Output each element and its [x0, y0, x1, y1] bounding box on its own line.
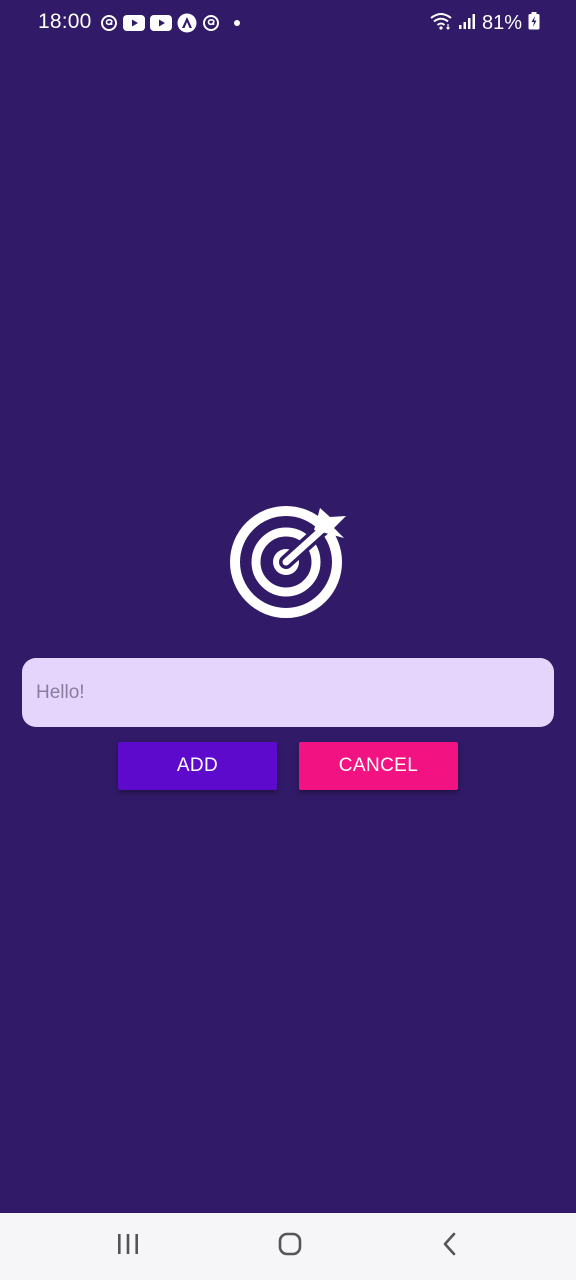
system-status: 81%	[430, 10, 540, 36]
home-icon	[278, 1232, 302, 1261]
threads-icon	[100, 14, 118, 32]
battery-percent: 81%	[481, 11, 522, 34]
triangle-app-icon	[177, 13, 197, 33]
youtube-icon	[123, 15, 145, 31]
status-bar: 18:00 81%	[0, 0, 576, 48]
notification-icons	[100, 13, 241, 33]
cancel-button[interactable]: CANCEL	[299, 742, 458, 790]
youtube-icon	[150, 15, 172, 31]
navigation-bar	[0, 1213, 576, 1280]
battery-charging-icon	[528, 11, 540, 35]
recents-icon	[116, 1233, 140, 1260]
wifi-icon	[430, 12, 452, 35]
threads-icon	[202, 14, 220, 32]
target-arrow-icon	[226, 500, 350, 624]
add-button[interactable]: ADD	[118, 742, 277, 790]
app-screen: 18:00 81% Hello! ADD CANCEL	[0, 0, 576, 1213]
back-icon	[441, 1232, 459, 1261]
dot-icon	[233, 19, 241, 27]
recents-button[interactable]	[88, 1213, 168, 1280]
goal-input[interactable]	[22, 658, 554, 727]
status-time: 18:00	[38, 10, 92, 33]
signal-icon	[458, 12, 476, 35]
back-button[interactable]	[410, 1213, 490, 1280]
home-button[interactable]	[250, 1213, 330, 1280]
